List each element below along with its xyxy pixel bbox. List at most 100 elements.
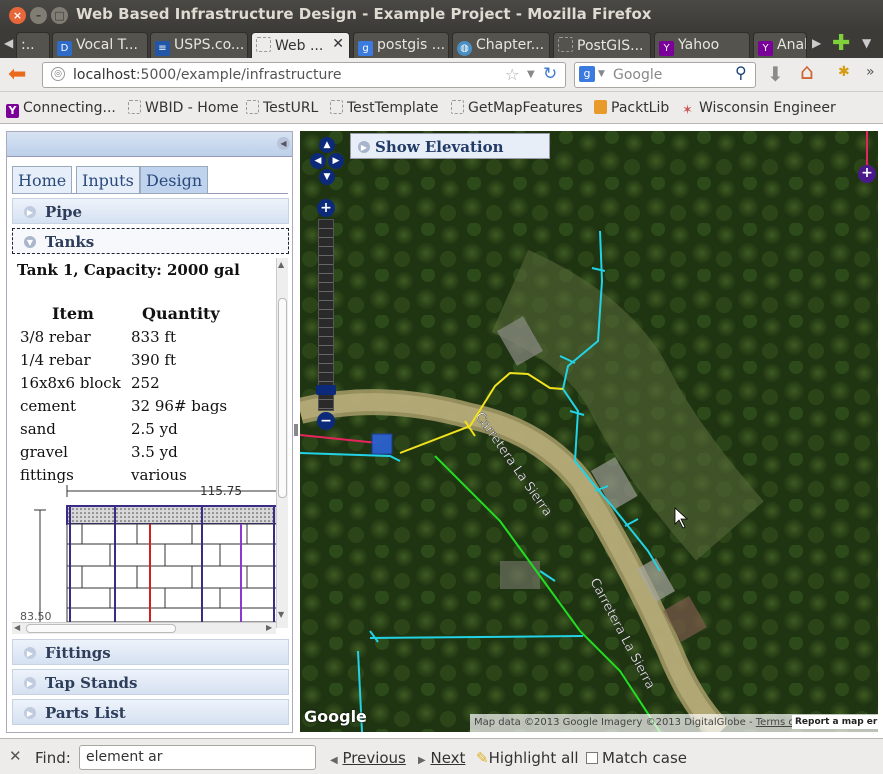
close-find-icon[interactable]: ✕ <box>9 747 22 765</box>
next-arrow-icon: ▶ <box>418 755 426 766</box>
scroll-up-icon[interactable]: ▲ <box>278 260 284 269</box>
drawing-height-label: 83.50 <box>20 610 52 622</box>
find-input[interactable]: element ar <box>79 745 316 770</box>
attribution-text: Map data ©2013 Google Imagery ©2013 Digi… <box>474 717 756 728</box>
minimize-window-button[interactable]: – <box>30 7 47 24</box>
tab-inputs[interactable]: Inputs <box>76 166 140 194</box>
bookmark-item[interactable]: WBID - Home <box>128 100 239 116</box>
find-previous-button[interactable]: ◀ Previous <box>330 749 406 767</box>
browser-tab[interactable]: :.. <box>16 32 50 58</box>
tab-label: Inputs <box>82 171 134 190</box>
browser-tab[interactable]: g postgis ... <box>353 32 449 58</box>
highlight-all-button[interactable]: ✎Highlight all <box>476 749 579 767</box>
google-icon: g <box>358 41 373 56</box>
accordion-pipe[interactable]: ▶ Pipe <box>12 198 289 224</box>
engine-dropdown-icon[interactable]: ▼ <box>598 69 605 79</box>
reload-icon[interactable]: ↻ <box>543 64 557 84</box>
zoom-in-icon[interactable]: + <box>317 199 335 217</box>
zoom-slider[interactable] <box>318 219 334 411</box>
accordion-label: Pipe <box>45 203 83 221</box>
table-row: 1/4 rebar 390 ft <box>20 351 176 369</box>
back-arrow-icon[interactable]: ⬅ <box>8 62 26 87</box>
checkbox-box[interactable] <box>586 752 598 764</box>
panel-header: ◀ <box>7 132 292 157</box>
url-dropdown-icon[interactable]: ▼ <box>527 69 535 80</box>
map-view[interactable]: Carretera La Sierra Carretera La Sierra <box>300 131 878 732</box>
new-tab-icon[interactable]: ✚ <box>832 31 850 56</box>
scroll-down-icon[interactable]: ▼ <box>278 610 284 619</box>
previous-arrow-icon: ◀ <box>330 755 338 766</box>
pan-down-icon[interactable]: ▼ <box>319 169 335 185</box>
url-bar[interactable]: ◎ localhost:5000/example/infrastructure … <box>42 62 566 88</box>
accordion-fittings[interactable]: ▶ Fittings <box>12 639 289 665</box>
accordion-parts-list[interactable]: ▶ Parts List <box>12 699 289 725</box>
match-case-checkbox[interactable]: Match case <box>586 749 687 767</box>
pan-up-icon[interactable]: ▲ <box>319 137 335 153</box>
scrollbar-thumb[interactable] <box>278 298 287 498</box>
google-icon: g <box>579 66 595 82</box>
close-tab-icon[interactable]: ✕ <box>332 36 344 52</box>
bookmark-item[interactable]: TestURL <box>246 100 318 116</box>
browser-tab[interactable]: PostGIS... <box>553 32 651 58</box>
chevron-right-icon: ▶ <box>24 707 36 719</box>
tank-marker[interactable] <box>371 433 393 455</box>
accordion-tanks[interactable]: ▼ Tanks <box>12 228 289 254</box>
browser-tab-active[interactable]: Web ... ✕ <box>251 32 350 58</box>
browser-tab[interactable]: ◍ Chapter... <box>452 32 550 58</box>
bookmark-item[interactable]: TestTemplate <box>330 100 438 116</box>
browser-tab[interactable]: ≡ USPS.co... <box>150 32 248 58</box>
layer-switcher-button[interactable]: + <box>858 165 876 183</box>
bookmark-item[interactable]: Y Connecting... <box>6 100 116 118</box>
show-elevation-toggle[interactable]: ▶ Show Elevation <box>350 133 550 159</box>
tab-label: PostGIS... <box>577 38 644 54</box>
bookmark-item[interactable]: PacktLib <box>594 100 669 116</box>
tab-label: :.. <box>21 37 35 53</box>
scrollbar-thumb[interactable] <box>26 624 176 633</box>
panel-tabs: Home Inputs Design <box>12 164 288 194</box>
horizontal-scrollbar[interactable]: ◀ ▶ <box>12 622 276 634</box>
zoom-slider-handle[interactable] <box>316 385 336 395</box>
page-content: ◀ Home Inputs Design ▶ Pipe ▼ Tanks Tank 1… <box>0 124 883 738</box>
bookmark-item[interactable]: ✶ Wisconsin Engineer <box>682 100 836 118</box>
satellite-imagery: Carretera La Sierra Carretera La Sierra <box>300 131 878 732</box>
list-tabs-icon[interactable]: ▼ <box>862 36 871 50</box>
pan-right-icon[interactable]: ▶ <box>328 153 344 169</box>
vertical-scrollbar[interactable]: ▲ ▼ <box>276 258 288 628</box>
addon-icon[interactable]: ✱ <box>838 64 850 80</box>
close-window-button[interactable]: × <box>9 7 26 24</box>
chevron-down-icon: ▼ <box>24 236 36 248</box>
previous-label: Previous <box>342 749 406 767</box>
quantity-cell: 32 96# bags <box>131 397 228 415</box>
scroll-tabs-left-icon[interactable]: ◀ <box>4 36 13 50</box>
bookmark-label: TestURL <box>263 100 319 116</box>
search-input[interactable]: g ▼ Google ⚲ <box>574 62 756 88</box>
browser-tab[interactable]: Y Yahoo <box>654 32 750 58</box>
report-map-error-link[interactable]: Report a map error <box>792 715 878 729</box>
tab-home[interactable]: Home <box>12 166 73 194</box>
tab-strip: ◀ :.. D Vocal T... ≡ USPS.co... Web ... ✕ g… <box>0 30 883 58</box>
bookmark-label: WBID - Home <box>145 100 239 116</box>
accordion-tap-stands[interactable]: ▶ Tap Stands <box>12 669 289 695</box>
bookmark-star-icon[interactable]: ☆ <box>505 65 519 84</box>
overflow-menu-icon[interactable]: » <box>866 64 875 80</box>
zoom-out-icon[interactable]: − <box>317 412 335 430</box>
scroll-right-icon[interactable]: ▶ <box>266 623 272 632</box>
download-icon[interactable]: ⬇ <box>767 62 784 86</box>
tab-design[interactable]: Design <box>140 166 209 194</box>
quantity-cell: 3.5 yd <box>131 443 178 461</box>
accordion-label: Tap Stands <box>45 674 138 692</box>
packt-icon <box>594 100 607 114</box>
search-icon[interactable]: ⚲ <box>735 63 747 82</box>
browser-tab[interactable]: Y Anal <box>753 32 807 58</box>
scroll-tabs-right-icon[interactable]: ▶ <box>812 36 821 50</box>
scroll-left-icon[interactable]: ◀ <box>14 623 20 632</box>
url-path: :5000/example/infrastructure <box>135 67 342 83</box>
pan-left-icon[interactable]: ◀ <box>310 153 326 169</box>
panel-splitter[interactable] <box>294 424 298 436</box>
collapse-panel-icon[interactable]: ◀ <box>277 137 290 150</box>
maximize-window-button[interactable]: □ <box>51 7 68 24</box>
browser-tab[interactable]: D Vocal T... <box>52 32 148 58</box>
find-next-button[interactable]: ▶ Next <box>418 749 465 767</box>
bookmark-item[interactable]: GetMapFeatures <box>451 100 583 116</box>
home-icon[interactable]: ⌂ <box>800 60 814 85</box>
